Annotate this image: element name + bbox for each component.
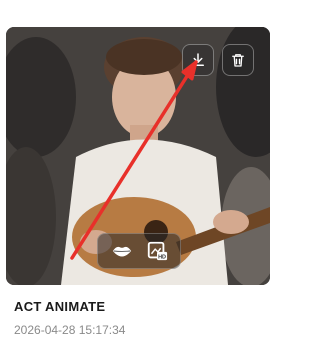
card-title: ACT ANIMATE	[14, 299, 106, 314]
trash-icon	[232, 54, 244, 67]
video-thumbnail[interactable]: HD	[6, 27, 270, 285]
lips-icon	[112, 246, 131, 257]
delete-button[interactable]	[222, 44, 254, 76]
hd-enhance-icon: HD	[147, 241, 167, 260]
download-icon	[192, 53, 204, 66]
video-card[interactable]: HD ACT ANIMATE 2026-04-28 15:17:34	[0, 0, 274, 343]
hd-enhance-button[interactable]: HD	[144, 238, 170, 264]
lip-sync-button[interactable]	[109, 238, 135, 264]
download-button[interactable]	[182, 44, 214, 76]
hd-badge: HD	[158, 254, 166, 260]
card-timestamp: 2026-04-28 15:17:34	[14, 323, 126, 337]
tool-bar: HD	[97, 233, 181, 269]
